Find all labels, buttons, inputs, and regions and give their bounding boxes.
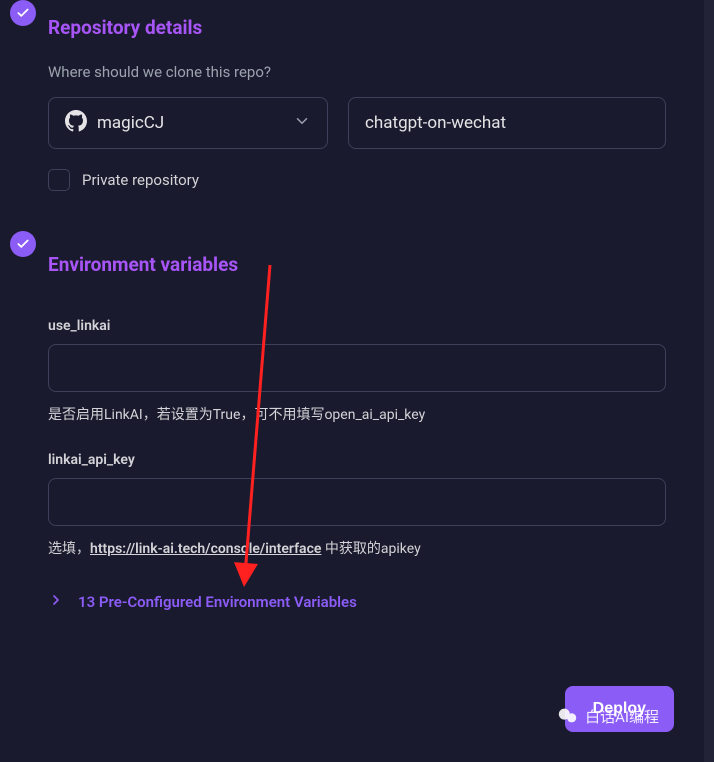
repo-name-input[interactable] [348,97,666,149]
env-input-linkai-api-key[interactable] [48,478,666,526]
env-field-description: 是否启用LinkAI，若设置为True，可不用填写open_ai_api_key [48,404,666,424]
env-desc-suffix: 中获取的apikey [321,541,420,557]
owner-select[interactable]: magicCJ [48,97,328,149]
env-field-label: use_linkai [48,318,666,334]
private-repo-checkbox[interactable] [48,169,70,191]
check-badge-icon [10,0,36,26]
chevron-down-icon [293,112,311,134]
section-title: Repository details [48,16,666,39]
scrollbar-track[interactable] [704,0,714,762]
deploy-button[interactable]: Deploy [565,686,674,732]
chevron-right-icon [48,592,64,612]
private-repo-label: Private repository [82,171,199,189]
section-repository-details: Repository details Where should we clone… [48,0,666,191]
github-icon [65,110,87,136]
clone-prompt-text: Where should we clone this repo? [48,63,666,81]
env-desc-link[interactable]: https://link-ai.tech/console/interface [90,541,321,557]
env-input-use-linkai[interactable] [48,344,666,392]
check-badge-icon [10,231,36,257]
deploy-button-label: Deploy [593,700,646,718]
env-field-label: linkai_api_key [48,452,666,468]
expand-preconfigured-vars[interactable]: 13 Pre-Configured Environment Variables [48,586,666,618]
env-field-description: 选填，https://link-ai.tech/console/interfac… [48,538,666,558]
owner-select-label: magicCJ [97,113,283,133]
expand-label: 13 Pre-Configured Environment Variables [78,593,357,611]
section-title: Environment variables [48,253,666,276]
env-desc-prefix: 选填， [48,541,90,557]
section-environment-variables: Environment variables use_linkai 是否启用Lin… [48,231,666,618]
